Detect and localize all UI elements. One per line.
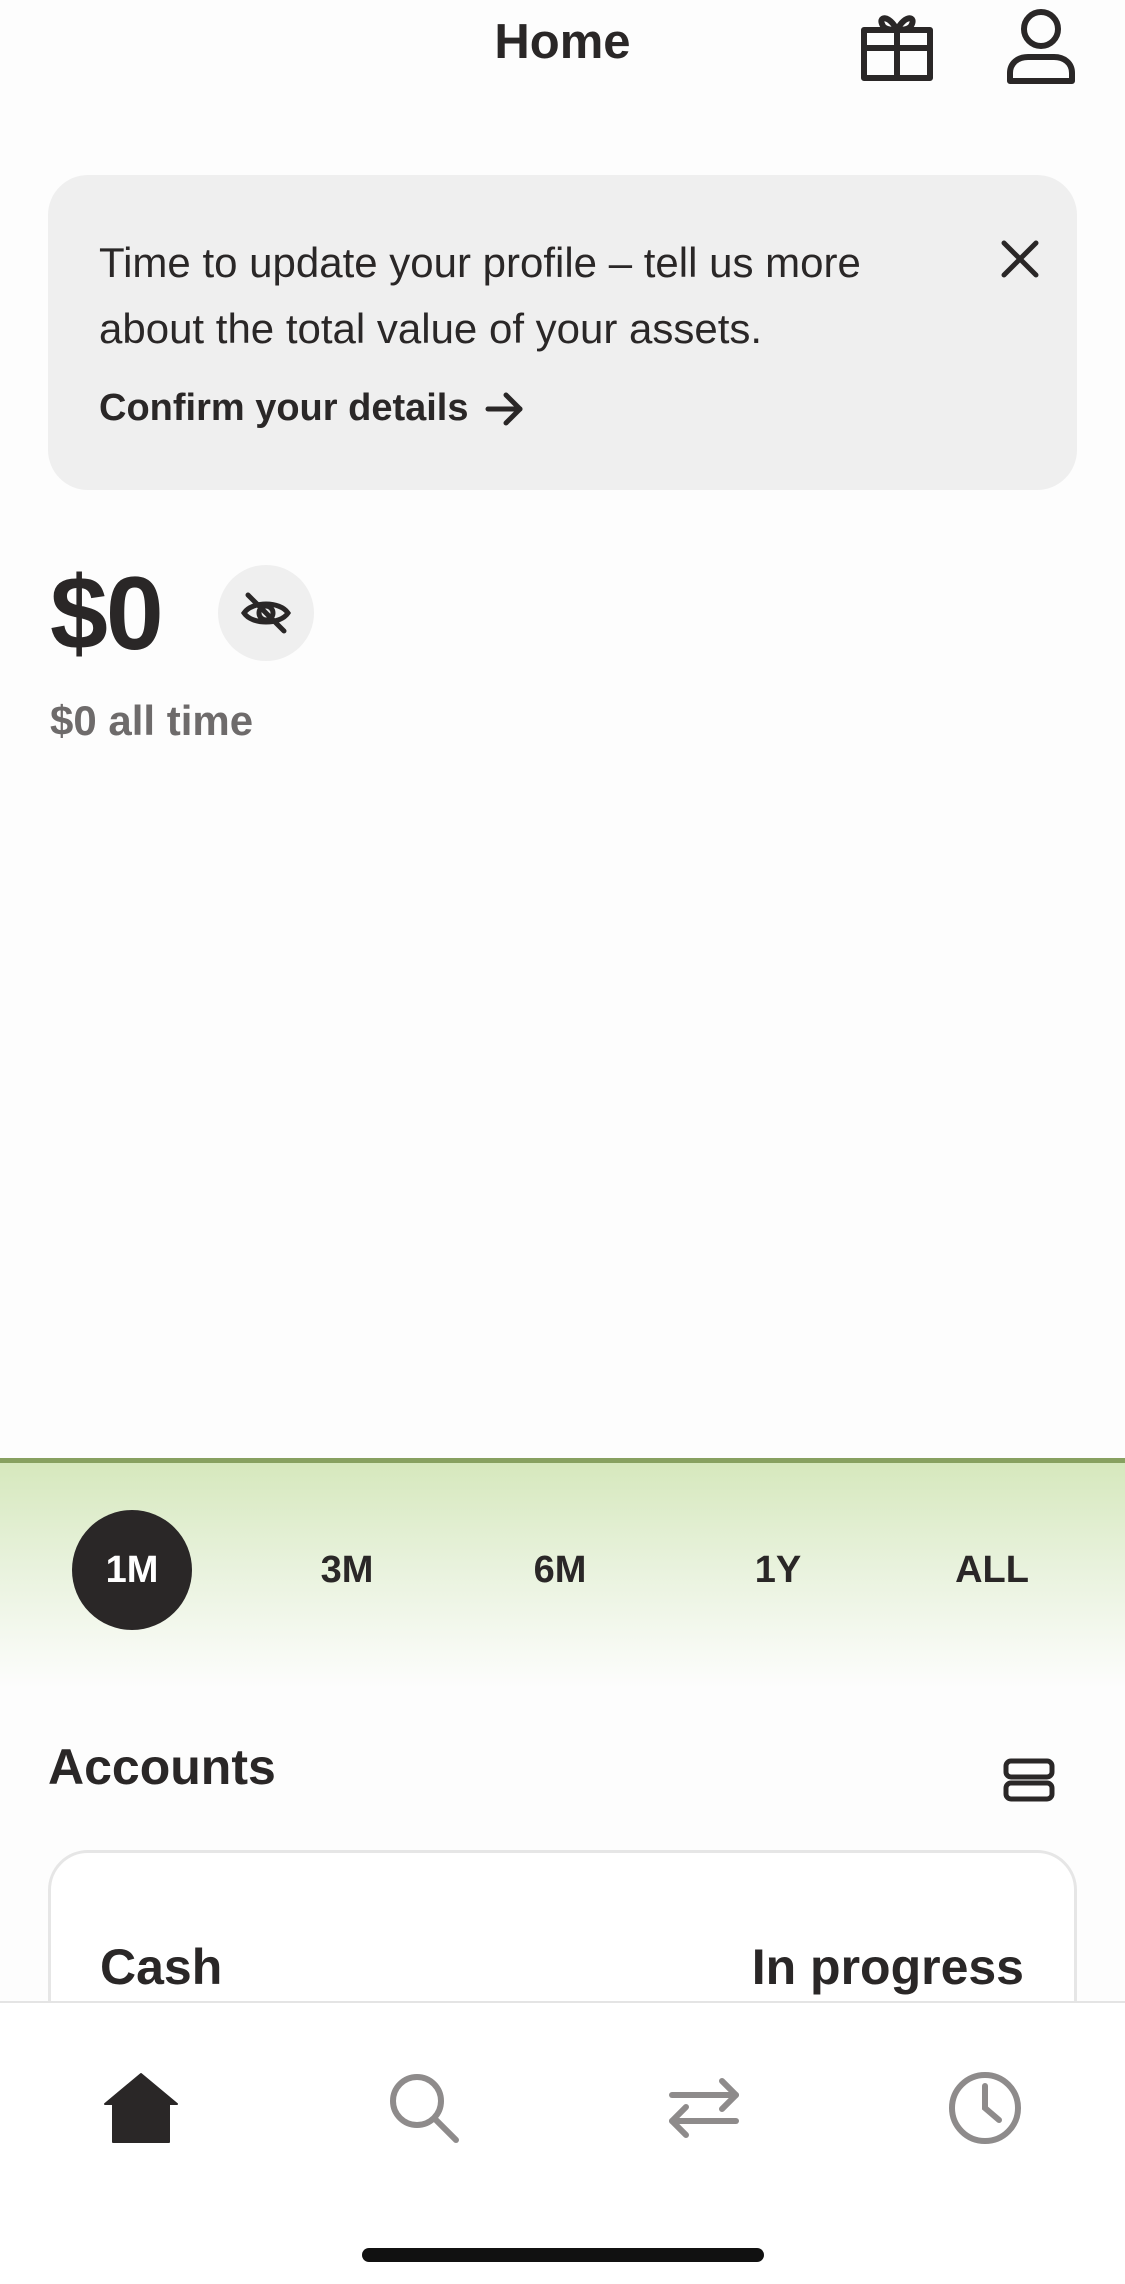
- bottom-nav: [0, 2001, 1125, 2284]
- profile-icon: [1007, 9, 1075, 84]
- stack-icon: [1003, 1758, 1055, 1802]
- accounts-layout-button[interactable]: [994, 1745, 1064, 1815]
- range-3m[interactable]: 3M: [287, 1510, 407, 1630]
- account-name: Cash: [100, 1939, 223, 1995]
- nav-search[interactable]: [374, 2058, 474, 2158]
- gift-button[interactable]: [855, 4, 939, 88]
- home-screen: Home Time to update your profile – tell …: [0, 0, 1125, 2284]
- search-icon: [390, 2074, 459, 2143]
- chart-line: [0, 1458, 1125, 1463]
- time-range-selector: 1M 3M 6M 1Y ALL: [0, 1510, 1125, 1630]
- history-icon: [949, 2072, 1021, 2144]
- arrow-right-icon: [485, 392, 522, 425]
- range-6m[interactable]: 6M: [500, 1510, 620, 1630]
- header: Home: [0, 0, 1125, 100]
- range-1m[interactable]: 1M: [72, 1510, 192, 1630]
- gift-icon: [861, 15, 933, 81]
- home-indicator: [362, 2248, 764, 2262]
- page-title: Home: [494, 15, 631, 69]
- accounts-heading: Accounts: [48, 1739, 276, 1795]
- profile-button[interactable]: [999, 4, 1083, 88]
- nav-home[interactable]: [91, 2058, 191, 2158]
- home-icon: [104, 2073, 178, 2143]
- range-all[interactable]: ALL: [932, 1510, 1052, 1630]
- profile-update-banner: Time to update your profile – tell us mo…: [48, 175, 1077, 490]
- confirm-details-label: Confirm your details: [99, 387, 469, 429]
- banner-close-button[interactable]: [988, 227, 1052, 291]
- banner-message: Time to update your profile – tell us mo…: [99, 239, 861, 352]
- account-status: In progress: [751, 1939, 1024, 1995]
- close-icon: [1001, 240, 1039, 278]
- nav-transfer[interactable]: [654, 2058, 754, 2158]
- nav-history[interactable]: [935, 2058, 1035, 2158]
- all-time-change: $0 all time: [50, 697, 254, 744]
- balance-amount: $0: [50, 556, 164, 672]
- confirm-details-link[interactable]: Confirm your details: [99, 387, 525, 430]
- range-1y[interactable]: 1Y: [718, 1510, 838, 1630]
- transfer-icon: [669, 2078, 739, 2138]
- eye-off-icon: [240, 592, 292, 634]
- hide-balance-button[interactable]: [218, 565, 314, 661]
